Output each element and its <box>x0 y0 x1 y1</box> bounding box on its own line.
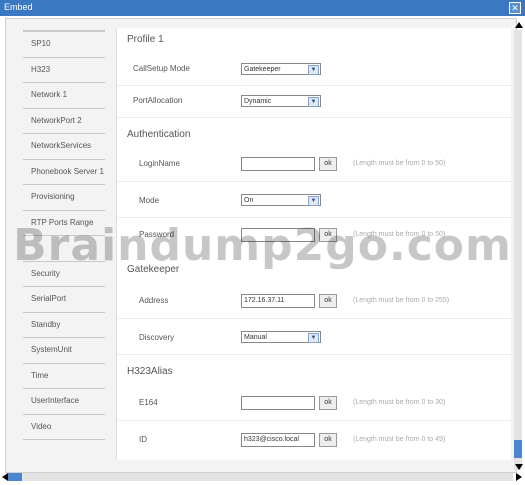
alias-id-hint: (Length must be from 0 to 49) <box>353 436 446 443</box>
row-divider <box>117 85 511 86</box>
row-divider <box>117 181 511 182</box>
row-divider <box>117 217 511 218</box>
window-title: Embed <box>4 2 33 12</box>
alias-id-label: ID <box>139 435 147 444</box>
auth-mode-value: On <box>244 197 254 204</box>
gatekeeper-address-ok-button[interactable]: ok <box>319 294 337 308</box>
nav-item-phonebook-server-1[interactable]: Phonebook Server 1 <box>23 160 105 185</box>
e164-input[interactable] <box>241 396 315 410</box>
auth-mode-select[interactable]: On ▼ <box>241 194 321 206</box>
nav-item-standby[interactable]: Standby <box>23 313 105 338</box>
discovery-value: Manual <box>244 334 267 341</box>
scroll-left-icon[interactable] <box>2 473 8 481</box>
nav-item-sp10[interactable]: SP10 <box>23 30 105 58</box>
nav-item-time[interactable]: Time <box>23 364 105 389</box>
nav-item-video[interactable]: Video <box>23 415 105 440</box>
authentication-heading: Authentication <box>127 129 191 140</box>
row-divider <box>117 117 511 118</box>
login-name-input[interactable] <box>241 157 315 171</box>
nav-item-systemunit[interactable]: SystemUnit <box>23 338 105 364</box>
nav-item-serialport[interactable]: SerialPort <box>23 287 105 313</box>
alias-id-ok-button[interactable]: ok <box>319 433 337 447</box>
e164-hint: (Length must be from 0 to 30) <box>353 399 446 406</box>
callsetup-mode-select[interactable]: Gatekeeper ▼ <box>241 63 321 75</box>
e164-ok-button[interactable]: ok <box>319 396 337 410</box>
scroll-down-icon[interactable] <box>515 464 523 470</box>
scroll-up-icon[interactable] <box>515 22 523 28</box>
login-name-label: LoginName <box>139 159 180 168</box>
login-name-ok-button[interactable]: ok <box>319 157 337 171</box>
nav-item-networkport-2[interactable]: NetworkPort 2 <box>23 109 105 134</box>
chevron-down-icon: ▼ <box>308 196 319 206</box>
nav-item-network-1[interactable]: Network 1 <box>23 83 105 109</box>
row-divider <box>117 318 511 319</box>
vertical-scroll-thumb[interactable] <box>514 440 522 458</box>
auth-mode-label: Mode <box>139 196 160 205</box>
login-name-hint: (Length must be from 0 to 50) <box>353 160 446 167</box>
discovery-select[interactable]: Manual ▼ <box>241 331 321 343</box>
window-titlebar: Embed ✕ <box>0 0 525 16</box>
port-allocation-select[interactable]: Dynamic ▼ <box>241 95 321 107</box>
watermark: Braindump2go.com <box>13 220 512 271</box>
profile-heading: Profile 1 <box>127 34 164 45</box>
nav-item-userinterface[interactable]: UserInterface <box>23 389 105 415</box>
horizontal-scroll-thumb[interactable] <box>8 473 22 481</box>
close-icon[interactable]: ✕ <box>509 2 521 14</box>
alias-id-input[interactable]: h323@cisco.local <box>241 433 315 447</box>
nav-item-networkservices[interactable]: NetworkServices <box>23 134 105 160</box>
chevron-down-icon: ▼ <box>308 65 319 75</box>
e164-label: E164 <box>139 398 158 407</box>
port-allocation-value: Dynamic <box>244 98 272 105</box>
nav-item-provisioning[interactable]: Provisioning <box>23 185 105 211</box>
callsetup-mode-value: Gatekeeper <box>244 66 281 73</box>
port-allocation-label: PortAllocation <box>133 96 183 105</box>
gatekeeper-address-input[interactable]: 172.16.37.11 <box>241 294 315 308</box>
vertical-scrollbar[interactable] <box>514 30 522 470</box>
nav-item-h323[interactable]: H323 <box>23 58 105 83</box>
chevron-down-icon: ▼ <box>308 333 319 343</box>
chevron-down-icon: ▼ <box>308 97 319 107</box>
row-divider <box>117 354 511 355</box>
row-divider <box>117 420 511 421</box>
discovery-label: Discovery <box>139 333 175 342</box>
callsetup-mode-label: CallSetup Mode <box>133 64 190 73</box>
gatekeeper-address-label: Address <box>139 296 169 305</box>
h323alias-heading: H323Alias <box>127 366 173 377</box>
scroll-right-icon[interactable] <box>516 473 522 481</box>
gatekeeper-address-hint: (Length must be from 0 to 255) <box>353 297 450 304</box>
horizontal-scrollbar[interactable] <box>8 473 513 481</box>
